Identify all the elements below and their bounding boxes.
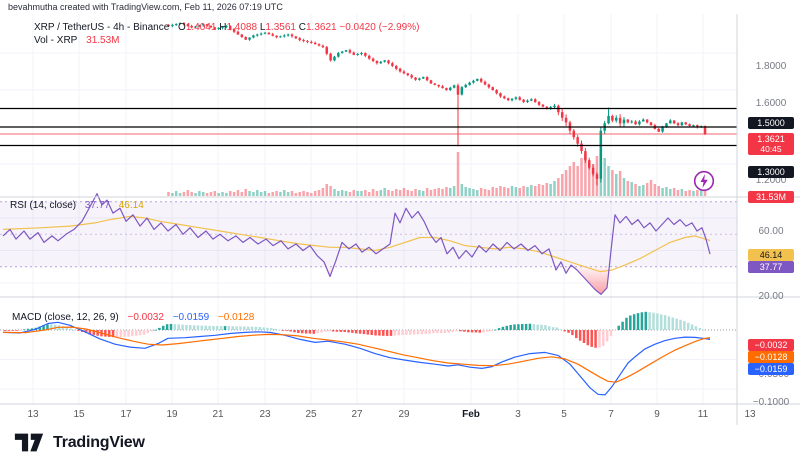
macd-hist-value: −0.0032 — [128, 312, 164, 323]
time-tick-13: 13 — [27, 409, 38, 420]
lightning-alert-icon[interactable] — [692, 169, 716, 193]
time-tick-Feb: Feb — [462, 409, 480, 420]
rsi-label-60: 60.00 — [748, 226, 794, 238]
symbol-title[interactable]: XRP / TetherUS - 4h - Binance — [34, 22, 169, 33]
time-tick-11: 11 — [698, 409, 708, 420]
macd-legend[interactable]: MACD (close, 12, 26, 9) −0.0032 −0.0159 … — [12, 312, 254, 323]
rsi-ma-value: 46.14 — [119, 200, 144, 211]
price-line-badge-1.5: 1.5000 — [748, 117, 794, 129]
volume-value: 31.53M — [86, 35, 119, 46]
last-price-value: 1.3621 — [748, 134, 794, 144]
change-value: −0.0420 (−2.99%) — [339, 22, 419, 33]
time-tick-17: 17 — [120, 409, 131, 420]
open-value: 1.4041 — [186, 22, 217, 33]
high-value: 1.4088 — [226, 22, 257, 33]
low-value: 1.3561 — [265, 22, 296, 33]
time-tick-15: 15 — [73, 409, 84, 420]
chart-canvas[interactable] — [0, 0, 800, 460]
macd-hist-badge: −0.0032 — [748, 339, 794, 351]
last-price-badge: 1.3621 40:45 — [748, 133, 794, 155]
time-tick-25: 25 — [305, 409, 316, 420]
price-label-1.6: 1.6000 — [748, 98, 794, 110]
tradingview-brand-text[interactable]: TradingView — [53, 434, 145, 452]
price-line-badge-1.3: 1.3000 — [748, 166, 794, 178]
rsi-value-badge: 37.77 — [748, 261, 794, 273]
volume-badge: 31.53M — [748, 191, 794, 203]
volume-layer — [167, 149, 706, 196]
time-tick-19: 19 — [166, 409, 177, 420]
macd-line-badge: −0.0159 — [748, 363, 794, 375]
candles-layer — [167, 22, 706, 185]
price-scale[interactable]: 1.8000 1.6000 1.5000 1.4000 1.3621 40:45… — [737, 14, 800, 425]
macd-line-value: −0.0159 — [173, 312, 209, 323]
time-tick-9: 9 — [654, 409, 660, 420]
time-tick-27: 27 — [351, 409, 362, 420]
macd-signal-badge: −0.0128 — [748, 351, 794, 363]
price-label-1.8: 1.8000 — [748, 61, 794, 73]
close-key: C — [299, 22, 306, 33]
rsi-legend[interactable]: RSI (14, close) 37.77 46.14 — [10, 200, 144, 211]
tradingview-logo-icon[interactable] — [14, 431, 44, 454]
tradingview-chart-screen: bevahmutha created with TradingView.com,… — [0, 0, 800, 460]
time-tick-21: 21 — [212, 409, 223, 420]
time-axis[interactable]: 131517192123252729Feb35791113 — [0, 404, 800, 425]
rsi-label-20: 20.00 — [748, 291, 794, 303]
macd-title[interactable]: MACD (close, 12, 26, 9) — [12, 312, 119, 323]
open-key: O — [178, 22, 186, 33]
volume-title: Vol - XRP — [34, 35, 77, 46]
close-value: 1.3621 — [306, 22, 337, 33]
rsi-title[interactable]: RSI (14, close) — [10, 200, 76, 211]
time-tick-7: 7 — [608, 409, 614, 420]
volume-legend[interactable]: Vol - XRP 31.53M — [34, 35, 120, 46]
time-tick-3: 3 — [515, 409, 521, 420]
bar-countdown: 40:45 — [748, 144, 794, 154]
time-tick-5: 5 — [561, 409, 567, 420]
time-tick-23: 23 — [259, 409, 270, 420]
symbol-legend[interactable]: XRP / TetherUS - 4h - Binance O1.4041 H1… — [34, 22, 419, 33]
rsi-value: 37.77 — [85, 200, 110, 211]
time-tick-29: 29 — [398, 409, 409, 420]
footer-bar: TradingView — [0, 425, 800, 460]
macd-signal-value: −0.0128 — [218, 312, 254, 323]
rsi-ma-badge: 46.14 — [748, 249, 794, 261]
macd-label-0.1: −0.1000 — [748, 397, 794, 409]
